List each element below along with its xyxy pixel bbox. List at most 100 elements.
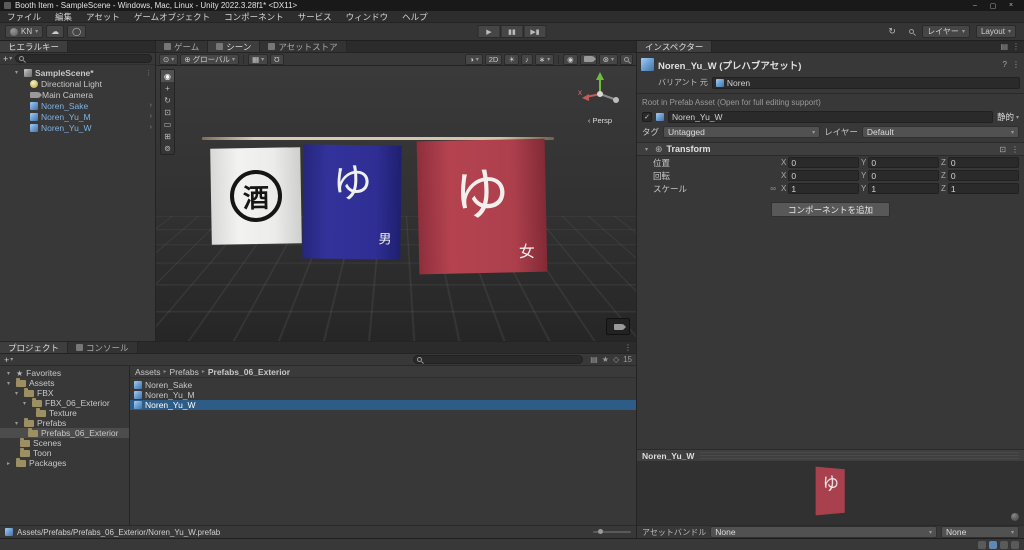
camera-preview-toggle[interactable] — [606, 318, 630, 335]
pivot-dropdown[interactable]: ⊙▾ — [159, 54, 178, 65]
render-mode-dropdown[interactable]: ◑▾ — [465, 54, 483, 65]
menu-window[interactable]: ウィンドウ — [339, 11, 396, 22]
asset-bundle-dropdown[interactable]: None ▾ — [710, 526, 937, 538]
asset-bundle-variant-dropdown[interactable]: None ▾ — [941, 526, 1019, 538]
preview-lighting-icon[interactable] — [1011, 513, 1019, 521]
snap-settings-button[interactable]: Ω — [270, 54, 284, 65]
menu-component[interactable]: コンポーネント — [217, 11, 291, 22]
rotate-tool-button[interactable]: ↻ — [161, 94, 174, 106]
tree-favorites[interactable]: ▾ ★ Favorites — [0, 368, 129, 378]
tree-prefabs-06-exterior[interactable]: Prefabs_06_Exterior — [0, 428, 129, 438]
noren-yu-m-object[interactable]: ゆ 男 — [302, 144, 401, 259]
expand-arrow-icon[interactable]: ▸ — [4, 460, 13, 467]
active-checkbox[interactable]: ✓ — [642, 112, 652, 122]
effects-dropdown[interactable]: ∗▾ — [535, 54, 554, 65]
position-z-input[interactable] — [948, 157, 1019, 168]
prefab-chevron-icon[interactable]: › — [150, 124, 152, 131]
activity-icon[interactable] — [1011, 541, 1019, 549]
noren-sake-object[interactable]: 酒 — [210, 147, 302, 245]
menu-icon[interactable]: ⋮ — [1012, 60, 1020, 69]
menu-help[interactable]: ヘルプ — [395, 11, 435, 22]
tree-toon[interactable]: Toon — [0, 448, 129, 458]
transform-tool-button[interactable]: ⊞ — [161, 130, 174, 142]
orientation-gizmo[interactable]: x ‹ Persp — [572, 68, 628, 125]
link-scale-icon[interactable]: ∞ — [770, 184, 776, 193]
rotation-z-input[interactable] — [948, 170, 1019, 181]
expand-arrow-icon[interactable]: ▾ — [20, 400, 29, 407]
custom-tool-button[interactable]: ⊚ — [161, 142, 174, 154]
icon-size-slider[interactable] — [593, 531, 631, 533]
global-local-dropdown[interactable]: ⊕ グローバル ▾ — [180, 54, 239, 65]
expand-arrow-icon[interactable]: ▾ — [642, 146, 651, 153]
tab-asset-store[interactable]: アセットストア — [260, 41, 346, 52]
expand-arrow-icon[interactable]: ▾ — [12, 390, 21, 397]
progress-icon[interactable] — [978, 541, 986, 549]
hierarchy-search[interactable] — [15, 54, 152, 63]
breadcrumb-prefabs[interactable]: Prefabs — [170, 367, 199, 377]
breadcrumb-current[interactable]: Prefabs_06_Exterior — [208, 367, 290, 377]
audio-toggle[interactable]: ♪ — [521, 54, 533, 65]
cloud-status-icon[interactable] — [989, 541, 997, 549]
menu-assets[interactable]: アセット — [79, 11, 127, 22]
gizmos-dropdown[interactable]: ⊛▾ — [599, 54, 618, 65]
cloud-services-button[interactable]: ☁ — [46, 25, 64, 38]
tree-texture[interactable]: Texture — [0, 408, 129, 418]
scale-z-input[interactable] — [948, 183, 1019, 194]
maximize-button[interactable]: ▢ — [984, 1, 1002, 11]
create-object-button[interactable]: +▾ — [3, 54, 12, 64]
pause-button[interactable]: ▮▮ — [501, 25, 524, 38]
lighting-toggle[interactable]: ☀ — [504, 54, 519, 65]
prefab-chevron-icon[interactable]: › — [150, 102, 152, 109]
hierarchy-item-noren-yu-w[interactable]: Noren_Yu_W › — [0, 122, 155, 133]
tree-scenes[interactable]: Scenes — [0, 438, 129, 448]
tree-fbx-06-exterior[interactable]: ▾ FBX_06_Exterior — [0, 398, 129, 408]
scene-options-icon[interactable]: ⋮ — [145, 69, 152, 77]
console-status-icon[interactable] — [1000, 541, 1008, 549]
expand-arrow-icon[interactable]: ▾ — [12, 420, 21, 427]
tab-game[interactable]: ゲーム — [156, 41, 208, 52]
add-component-button[interactable]: コンポーネントを追加 — [771, 202, 890, 217]
variant-base-field[interactable]: Noren — [712, 77, 1020, 89]
hierarchy-item-noren-sake[interactable]: Noren_Sake › — [0, 100, 155, 111]
search-label-icon[interactable]: ★ — [602, 355, 609, 364]
prefab-chevron-icon[interactable]: › — [150, 113, 152, 120]
component-menu-icon[interactable]: ⋮ — [1011, 145, 1019, 154]
tree-packages[interactable]: ▸ Packages — [0, 458, 129, 468]
position-y-input[interactable] — [868, 157, 939, 168]
grid-settings-dropdown[interactable]: ▦▾ — [248, 54, 268, 65]
hierarchy-scene-root[interactable]: ▾ SampleScene* ⋮ — [0, 67, 155, 78]
minimize-button[interactable]: – — [966, 1, 984, 11]
hierarchy-item-directional-light[interactable]: Directional Light — [0, 78, 155, 89]
move-tool-button[interactable]: + — [161, 82, 174, 94]
file-noren-yu-w[interactable]: Noren_Yu_W — [130, 400, 636, 410]
tree-prefabs[interactable]: ▾ Prefabs — [0, 418, 129, 428]
static-dropdown[interactable]: 静的 ▾ — [997, 111, 1019, 123]
file-noren-yu-m[interactable]: Noren_Yu_M — [130, 390, 636, 400]
layer-dropdown[interactable]: Default ▾ — [862, 126, 1019, 138]
expand-arrow-icon[interactable]: ▾ — [12, 69, 21, 76]
menu-services[interactable]: サービス — [291, 11, 339, 22]
play-button[interactable]: ▶ — [478, 25, 501, 38]
menu-file[interactable]: ファイル — [0, 11, 48, 22]
preview-header[interactable]: Noren_Yu_W — [637, 449, 1024, 461]
slider-knob[interactable] — [598, 529, 603, 534]
drag-handle[interactable] — [700, 452, 1019, 459]
visibility-toggle[interactable]: ◉ — [563, 54, 578, 65]
2d-toggle[interactable]: 2D — [485, 54, 503, 65]
undo-history-icon[interactable]: ↻ — [884, 25, 900, 38]
view-tool-button[interactable]: ◉ — [161, 70, 174, 82]
expand-arrow-icon[interactable]: ▾ — [4, 380, 13, 387]
window-titlebar[interactable]: Booth Item - SampleScene - Windows, Mac,… — [0, 0, 1024, 11]
account-dropdown[interactable]: KN ▾ — [5, 25, 43, 38]
hierarchy-search-input[interactable] — [26, 54, 148, 63]
camera-settings-button[interactable] — [580, 54, 597, 65]
presets-icon[interactable]: ⊡ — [999, 145, 1006, 154]
scale-y-input[interactable] — [868, 183, 939, 194]
project-search[interactable] — [413, 355, 583, 364]
tab-console[interactable]: コンソール — [68, 342, 138, 353]
breadcrumb-assets[interactable]: Assets — [135, 367, 161, 377]
layers-dropdown[interactable]: レイヤー ▾ — [922, 25, 970, 38]
rect-tool-button[interactable]: ▭ — [161, 118, 174, 130]
rotation-y-input[interactable] — [868, 170, 939, 181]
panel-menu-icon[interactable]: ⋮ — [1012, 42, 1020, 51]
